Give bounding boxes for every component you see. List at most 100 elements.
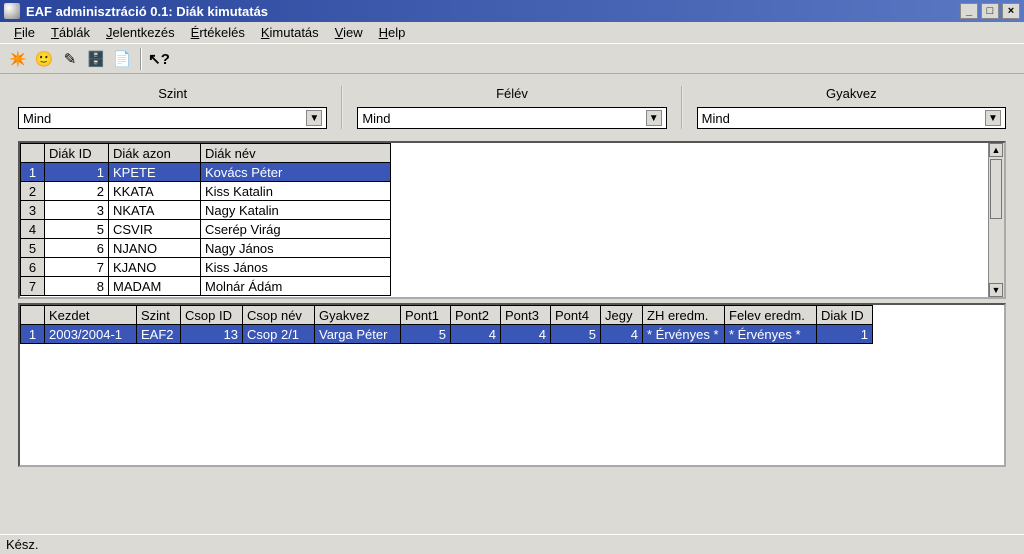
col-zh[interactable]: ZH eredm. [643,306,725,325]
col-csopid[interactable]: Csop ID [181,306,243,325]
menu-kimutatas[interactable]: Kimutatás [253,23,327,42]
col-pont4[interactable]: Pont4 [551,306,601,325]
cell-diak-nev: Molnár Ádám [201,277,391,296]
row-header-blank [21,306,45,325]
cell-diak-id: 2 [45,182,109,201]
cell-diak-nev: Nagy János [201,239,391,258]
filter-szint-value: Mind [23,111,306,126]
table-row[interactable]: 67KJANOKiss János [21,258,391,277]
row-number: 5 [21,239,45,258]
menu-tablak[interactable]: Táblák [43,23,98,42]
cell-diak-id: 1 [45,163,109,182]
cell-diak-id: 3 [45,201,109,220]
table-row[interactable]: 22KKATAKiss Katalin [21,182,391,201]
table-row[interactable]: 12003/2004-1EAF213Csop 2/1Varga Péter544… [21,325,873,344]
col-diak-azon[interactable]: Diák azon [109,144,201,163]
table-row[interactable]: 45CSVIRCserép Virág [21,220,391,239]
row-number: 7 [21,277,45,296]
cell-pont1: 5 [401,325,451,344]
col-pont1[interactable]: Pont1 [401,306,451,325]
cell-kezdet: 2003/2004-1 [45,325,137,344]
students-scrollbar[interactable]: ▲ ▼ [988,143,1004,297]
col-diak-nev[interactable]: Diák név [201,144,391,163]
chevron-down-icon: ▼ [646,110,662,126]
cell-diak-azon: KPETE [109,163,201,182]
menu-ertekeles[interactable]: Értékelés [183,23,253,42]
row-number: 3 [21,201,45,220]
filter-szint: Szint Mind ▼ [18,86,327,129]
table-row[interactable]: 56NJANONagy János [21,239,391,258]
filter-felev: Félév Mind ▼ [357,86,666,129]
menu-jelentkezes[interactable]: Jelentkezés [98,23,183,42]
table-row[interactable]: 33NKATANagy Katalin [21,201,391,220]
app-icon [4,3,20,19]
row-number: 4 [21,220,45,239]
filter-gyakvez: Gyakvez Mind ▼ [697,86,1006,129]
filter-row: Szint Mind ▼ Félév Mind ▼ Gyakvez Mind ▼ [0,74,1024,137]
minimize-button[interactable]: _ [960,3,978,19]
menu-view[interactable]: View [327,23,371,42]
filter-szint-label: Szint [18,86,327,107]
scroll-up-icon[interactable]: ▲ [989,143,1003,157]
chevron-down-icon: ▼ [306,110,322,126]
toolbar-button-whatsthis[interactable]: ↖? [147,47,171,71]
chevron-down-icon: ▼ [985,110,1001,126]
col-diakid[interactable]: Diak ID [817,306,873,325]
students-table[interactable]: Diák ID Diák azon Diák név 11KPETEKovács… [20,143,391,296]
col-jegy[interactable]: Jegy [601,306,643,325]
close-button[interactable]: × [1002,3,1020,19]
cell-csopid: 13 [181,325,243,344]
scroll-thumb[interactable] [990,159,1002,219]
toolbar-button-db[interactable]: 🗄️ [84,47,108,71]
menu-help[interactable]: Help [371,23,414,42]
status-text: Kész. [6,537,39,552]
cell-diak-azon: CSVIR [109,220,201,239]
table-row[interactable]: 11KPETEKovács Péter [21,163,391,182]
row-header-blank [21,144,45,163]
table-row[interactable]: 78MADAMMolnár Ádám [21,277,391,296]
menu-file[interactable]: File [6,23,43,42]
col-felev[interactable]: Felev eredm. [725,306,817,325]
title-bar: EAF adminisztráció 0.1: Diák kimutatás _… [0,0,1024,22]
cell-diak-id: 6 [45,239,109,258]
maximize-button[interactable]: □ [981,3,999,19]
col-szint[interactable]: Szint [137,306,181,325]
detail-table[interactable]: Kezdet Szint Csop ID Csop név Gyakvez Po… [20,305,873,344]
cell-diak-azon: MADAM [109,277,201,296]
toolbar-button-report[interactable]: 📄 [110,47,134,71]
toolbar: ✴️ 🙂 ✎ 🗄️ 📄 ↖? [0,44,1024,74]
row-number: 1 [21,325,45,344]
cell-csopnev: Csop 2/1 [243,325,315,344]
cell-felev: * Érvényes * [725,325,817,344]
cell-diak-id: 8 [45,277,109,296]
toolbar-button-face[interactable]: 🙂 [32,47,56,71]
cell-diakid: 1 [817,325,873,344]
col-csopnev[interactable]: Csop név [243,306,315,325]
cell-pont2: 4 [451,325,501,344]
filter-felev-combo[interactable]: Mind ▼ [357,107,666,129]
filter-gyakvez-combo[interactable]: Mind ▼ [697,107,1006,129]
cell-diak-id: 7 [45,258,109,277]
cell-diak-azon: NJANO [109,239,201,258]
col-pont2[interactable]: Pont2 [451,306,501,325]
col-diak-id[interactable]: Diák ID [45,144,109,163]
scroll-down-icon[interactable]: ▼ [989,283,1003,297]
cell-zh: * Érvényes * [643,325,725,344]
filter-szint-combo[interactable]: Mind ▼ [18,107,327,129]
menu-bar: File Táblák Jelentkezés Értékelés Kimuta… [0,22,1024,44]
filter-felev-value: Mind [362,111,645,126]
filter-gyakvez-value: Mind [702,111,985,126]
col-pont3[interactable]: Pont3 [501,306,551,325]
status-bar: Kész. [0,534,1024,554]
toolbar-button-edit[interactable]: ✎ [58,47,82,71]
col-kezdet[interactable]: Kezdet [45,306,137,325]
cell-diak-azon: KJANO [109,258,201,277]
cell-diak-nev: Kiss János [201,258,391,277]
cell-diak-azon: KKATA [109,182,201,201]
col-gyakvez[interactable]: Gyakvez [315,306,401,325]
cell-gyakvez: Varga Péter [315,325,401,344]
toolbar-button-1[interactable]: ✴️ [6,47,30,71]
window-title: EAF adminisztráció 0.1: Diák kimutatás [26,4,960,19]
cell-pont3: 4 [501,325,551,344]
cell-diak-nev: Kovács Péter [201,163,391,182]
